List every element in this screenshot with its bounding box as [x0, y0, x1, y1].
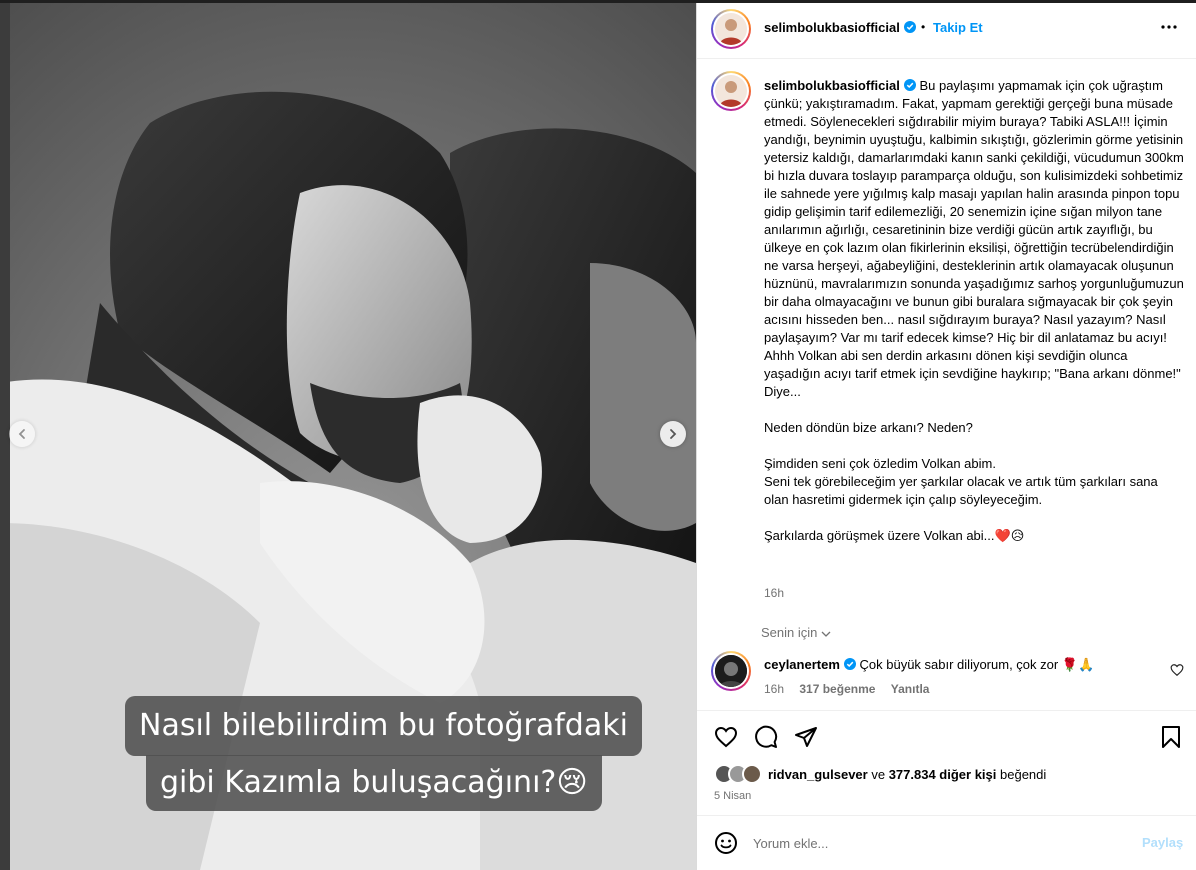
- author-avatar[interactable]: [711, 9, 751, 49]
- comment-input[interactable]: [753, 833, 1133, 853]
- bookmark-icon[interactable]: [1159, 725, 1183, 749]
- comment-like-heart-icon[interactable]: [1170, 663, 1184, 677]
- image-caption-line-2: gibi Kazımla buluşacağını?😢: [146, 755, 602, 811]
- verified-badge-icon: [903, 79, 916, 91]
- chevron-down-icon: [821, 631, 831, 637]
- post-date[interactable]: 5 Nisan: [714, 790, 751, 802]
- follow-button[interactable]: Takip Et: [933, 20, 983, 35]
- caption-text: Bu paylaşımı yapmamak için çok uğraştım …: [764, 78, 1184, 543]
- actions-divider: [697, 710, 1196, 711]
- comment-username[interactable]: ceylanertem: [764, 657, 856, 672]
- post-details-pane: selimbolukbasiofficial • Takip Et selimb…: [696, 3, 1196, 870]
- next-image-button[interactable]: [660, 421, 686, 447]
- chevron-left-icon: [18, 429, 25, 439]
- chevron-right-icon: [670, 429, 677, 439]
- comment-timestamp[interactable]: 16h: [764, 682, 784, 696]
- liked-by-avatars[interactable]: [714, 764, 764, 784]
- author-avatar-image: [715, 13, 747, 45]
- comment-likes[interactable]: 317 beğenme: [799, 682, 875, 696]
- likes-summary: ridvan_gulsever ve 377.834 diğer kişi be…: [768, 767, 1047, 782]
- commenter-avatar-image: [715, 655, 747, 687]
- post-comment-button[interactable]: Paylaş: [1142, 835, 1183, 850]
- liker-avatar: [742, 764, 762, 784]
- comment: ceylanertem Çok büyük sabır diliyorum, ç…: [764, 657, 1154, 673]
- instagram-post-window: Nasıl bilebilirdim bu fotoğrafdaki gibi …: [0, 0, 1196, 870]
- liked-by-username[interactable]: ridvan_gulsever: [768, 767, 868, 782]
- share-icon[interactable]: [794, 725, 818, 749]
- post-media[interactable]: Nasıl bilebilirdim bu fotoğrafdaki gibi …: [0, 3, 696, 870]
- image-caption-line-1: Nasıl bilebilirdim bu fotoğrafdaki: [125, 696, 642, 756]
- header-divider: [697, 58, 1196, 59]
- caption-author-avatar[interactable]: [711, 71, 751, 111]
- emoji-icon[interactable]: [714, 831, 738, 855]
- commenter-avatar[interactable]: [711, 651, 751, 691]
- see-translation-link[interactable]: Senin için: [761, 625, 831, 640]
- author-username[interactable]: selimbolukbasiofficial: [764, 20, 916, 35]
- caption-username[interactable]: selimbolukbasiofficial: [764, 78, 916, 93]
- comment-icon[interactable]: [754, 725, 778, 749]
- verified-badge-icon: [903, 21, 916, 33]
- more-options-icon[interactable]: [1159, 19, 1179, 35]
- likes-count[interactable]: 377.834 diğer kişi: [889, 767, 997, 782]
- caption-author-avatar-image: [715, 75, 747, 107]
- separator-dot: •: [921, 20, 926, 34]
- input-divider: [697, 815, 1196, 816]
- heart-icon[interactable]: [714, 725, 738, 749]
- reply-button[interactable]: Yanıtla: [891, 682, 930, 696]
- comment-text: Çok büyük sabır diliyorum, çok zor 🌹🙏: [859, 657, 1095, 672]
- verified-badge-icon: [843, 658, 856, 670]
- post-caption: selimbolukbasiofficial Bu paylaşımı yapm…: [764, 77, 1184, 545]
- comment-meta: 16h 317 beğenme Yanıtla: [764, 682, 941, 696]
- previous-image-button[interactable]: [9, 421, 35, 447]
- caption-timestamp[interactable]: 16h: [764, 586, 784, 600]
